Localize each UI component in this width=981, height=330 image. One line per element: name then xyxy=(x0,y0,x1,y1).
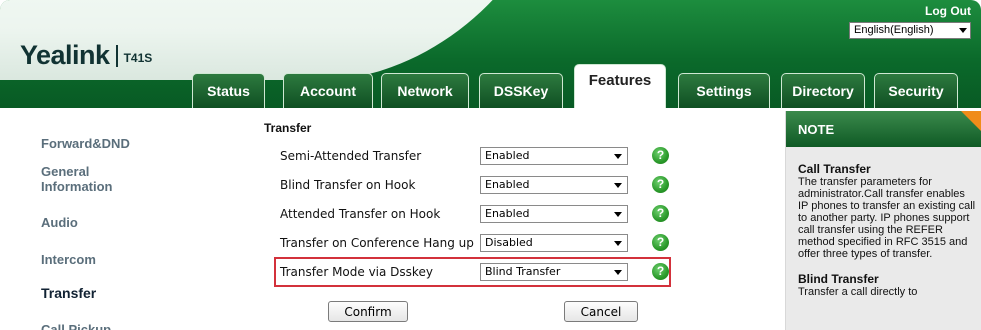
setting-row-attended-on-hook: Attended Transfer on Hook Enabled ? xyxy=(280,205,680,223)
call-transfer-text: The transfer parameters for administrato… xyxy=(798,176,976,260)
top-header: Yealink T41S Log Out English(English) St… xyxy=(0,0,981,108)
setting-label: Semi-Attended Transfer xyxy=(280,149,422,163)
tab-account[interactable]: Account xyxy=(283,73,373,108)
chevron-down-icon xyxy=(614,154,622,159)
section-title: Transfer xyxy=(264,121,312,135)
sidebar-item-general-information[interactable]: General Information xyxy=(10,164,185,194)
brand-name: Yealink xyxy=(20,40,110,70)
sidebar-item-call-pickup[interactable]: Call Pickup xyxy=(10,322,185,330)
help-icon[interactable]: ? xyxy=(652,176,669,193)
semi-attended-transfer-select[interactable]: Enabled xyxy=(480,147,628,165)
sidebar-item-intercom[interactable]: Intercom xyxy=(10,252,185,267)
tab-status[interactable]: Status xyxy=(192,73,265,108)
help-icon[interactable]: ? xyxy=(652,147,669,164)
tab-security[interactable]: Security xyxy=(874,73,958,108)
note-corner-tab xyxy=(961,111,981,131)
logo-separator xyxy=(115,44,118,67)
yealink-logo: Yealink T41S xyxy=(20,40,152,71)
chevron-down-icon xyxy=(614,241,622,246)
cancel-button[interactable]: Cancel xyxy=(564,301,638,322)
tab-settings[interactable]: Settings xyxy=(678,73,770,108)
note-heading: NOTE xyxy=(786,111,981,147)
blind-transfer-on-hook-select[interactable]: Enabled xyxy=(480,176,628,194)
setting-row-semi-attended: Semi-Attended Transfer Enabled ? xyxy=(280,147,680,165)
model-name: T41S xyxy=(123,50,153,65)
call-transfer-title: Call Transfer xyxy=(798,162,871,176)
language-select[interactable]: English(English) xyxy=(849,22,971,39)
logout-link[interactable]: Log Out xyxy=(925,4,971,18)
sidebar: Forward&DND General Information Audio In… xyxy=(10,108,185,330)
language-value: English(English) xyxy=(854,24,934,36)
confirm-button[interactable]: Confirm xyxy=(328,301,408,322)
note-panel: NOTE Call Transfer The transfer paramete… xyxy=(785,111,981,330)
chevron-down-icon xyxy=(614,212,622,217)
chevron-down-icon xyxy=(959,28,967,33)
highlight-box xyxy=(274,257,671,287)
help-icon[interactable]: ? xyxy=(652,205,669,222)
setting-row-conference-hangup: Transfer on Conference Hang up Disabled … xyxy=(280,234,680,252)
setting-label: Transfer on Conference Hang up xyxy=(280,236,474,250)
setting-row-blind-on-hook: Blind Transfer on Hook Enabled ? xyxy=(280,176,680,194)
help-icon[interactable]: ? xyxy=(652,234,669,251)
setting-label: Blind Transfer on Hook xyxy=(280,178,416,192)
tab-features[interactable]: Features xyxy=(574,64,666,108)
note-body: Call Transfer The transfer parameters fo… xyxy=(798,162,978,299)
sidebar-item-audio[interactable]: Audio xyxy=(10,215,185,230)
tab-directory[interactable]: Directory xyxy=(781,73,865,108)
chevron-down-icon xyxy=(614,183,622,188)
blind-transfer-text: Transfer a call directly to xyxy=(798,286,918,298)
transfer-on-conference-hangup-select[interactable]: Disabled xyxy=(480,234,628,252)
sidebar-item-transfer[interactable]: Transfer xyxy=(10,278,185,310)
sidebar-item-forward-dnd[interactable]: Forward&DND xyxy=(10,136,185,151)
tab-dsskey[interactable]: DSSKey xyxy=(479,73,563,108)
tab-network[interactable]: Network xyxy=(381,73,469,108)
setting-label: Attended Transfer on Hook xyxy=(280,207,441,221)
transfer-settings-panel: Transfer Semi-Attended Transfer Enabled … xyxy=(190,108,780,330)
attended-transfer-on-hook-select[interactable]: Enabled xyxy=(480,205,628,223)
blind-transfer-title: Blind Transfer xyxy=(798,272,879,286)
